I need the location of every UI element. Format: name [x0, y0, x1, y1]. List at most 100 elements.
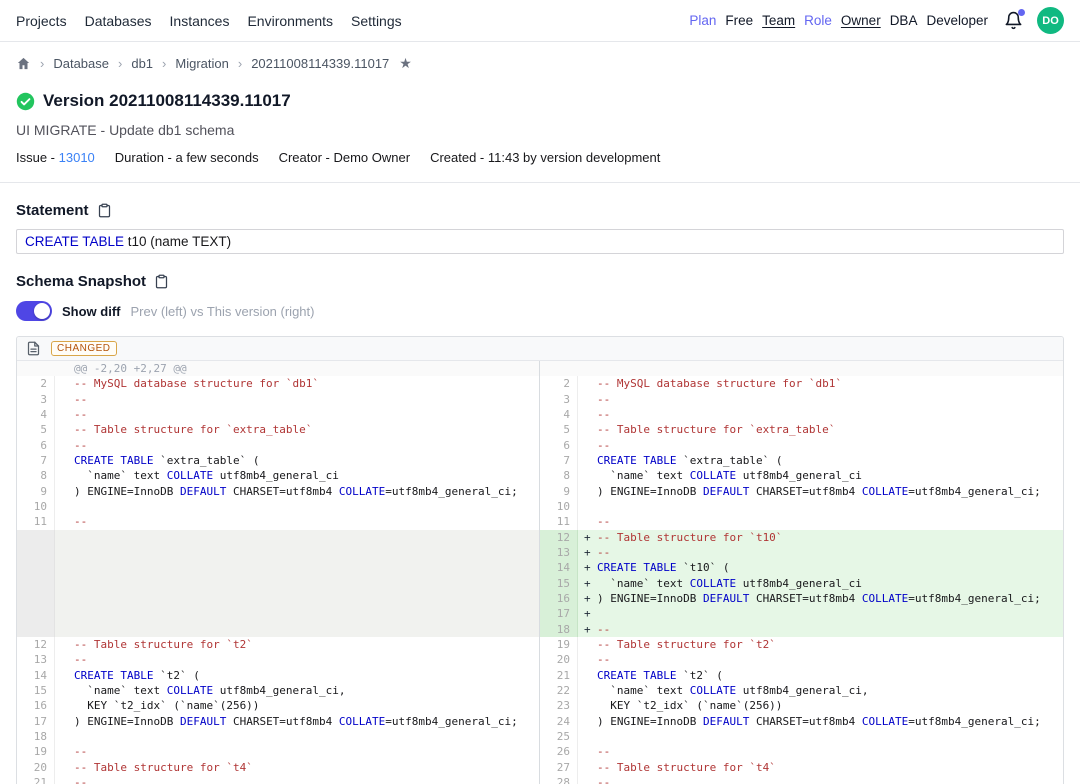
- statement-sql: CREATE TABLE t10 (name TEXT): [16, 229, 1064, 254]
- diff-line-prefix: [55, 422, 74, 437]
- breadcrumb-separator: ›: [118, 56, 122, 71]
- diff-line-code: --: [597, 392, 610, 407]
- diff-line: 5-- Table structure for `extra_table`: [540, 422, 1063, 437]
- diff-line: 14+CREATE TABLE `t10` (: [540, 560, 1063, 575]
- text-segment: CHARSET=utf8mb4: [226, 485, 339, 498]
- breadcrumb-item[interactable]: db1: [131, 56, 153, 71]
- breadcrumb-item[interactable]: Database: [53, 56, 109, 71]
- text-segment: CHARSET=utf8mb4: [226, 715, 339, 728]
- diff-line-code: --: [597, 622, 610, 637]
- nav-item-databases[interactable]: Databases: [85, 13, 152, 29]
- text-segment: --: [597, 515, 610, 528]
- statement-section-heading: Statement: [16, 202, 1064, 219]
- text-segment: Creator - Demo Owner: [279, 150, 410, 165]
- diff-line-prefix: [55, 376, 74, 391]
- text-segment: utf8mb4_general_ci,: [213, 684, 345, 697]
- text-segment: --: [74, 515, 87, 528]
- text-segment: `name` text: [597, 684, 690, 697]
- diff-line-number: 9: [17, 484, 55, 499]
- diff-filler-code: [55, 530, 539, 637]
- text-segment: --: [597, 439, 610, 452]
- diff-line-code: -- Table structure for `t4`: [74, 760, 253, 775]
- diff-line-prefix: [578, 392, 597, 407]
- text-segment: -- MySQL database structure for `db1`: [74, 377, 319, 390]
- diff-line: 20 --: [540, 652, 1063, 667]
- text-segment: --: [597, 776, 610, 784]
- breadcrumb-item[interactable]: 20211008114339.11017: [251, 56, 389, 71]
- diff-line: 6--: [17, 438, 539, 453]
- diff-line-number: 25: [540, 729, 578, 744]
- home-icon[interactable]: [16, 56, 31, 71]
- text-segment: `extra_table` (: [676, 454, 782, 467]
- diff-line-code: CREATE TABLE `extra_table` (: [74, 453, 259, 468]
- diff-line: 25: [540, 729, 1063, 744]
- diff-line-prefix: [55, 392, 74, 407]
- text-segment: `extra_table` (: [153, 454, 259, 467]
- diff-line-number: 13: [17, 652, 55, 667]
- diff-line-number: 4: [17, 407, 55, 422]
- diff-line-number: 11: [540, 514, 578, 529]
- diff-filler-gutter: [17, 530, 55, 637]
- text-segment: --: [597, 393, 610, 406]
- diff-line-prefix: [578, 376, 597, 391]
- diff-line-code: KEY `t2_idx` (`name`(256)): [597, 698, 782, 713]
- avatar[interactable]: DO: [1037, 7, 1064, 34]
- meta-item: Issue - 13010: [16, 150, 95, 165]
- diff-line-prefix: [55, 683, 74, 698]
- diff-line-prefix: +: [578, 530, 597, 545]
- plan-link-team[interactable]: Team: [762, 13, 795, 28]
- diff-line-prefix: [55, 438, 74, 453]
- diff-line: 10: [17, 499, 539, 514]
- diff-line-code: -- MySQL database structure for `db1`: [74, 376, 319, 391]
- diff-line-prefix: [578, 775, 597, 784]
- copy-snapshot-button[interactable]: [154, 274, 169, 289]
- nav-item-environments[interactable]: Environments: [247, 13, 333, 29]
- text-segment: --: [597, 623, 610, 636]
- diff-line-code: --: [74, 775, 87, 784]
- show-diff-toggle[interactable]: [16, 301, 52, 321]
- diff-line-code: `name` text COLLATE utf8mb4_general_ci: [597, 468, 862, 483]
- text-segment: `name` text: [74, 469, 167, 482]
- diff-line-code: --: [597, 652, 610, 667]
- diff-line-number: 15: [540, 576, 578, 591]
- bookmark-star-icon[interactable]: ★: [399, 55, 412, 72]
- text-segment: --: [597, 653, 610, 666]
- diff-filler: [17, 530, 539, 637]
- plan-link-dba: DBA: [890, 13, 918, 28]
- text-segment: --: [74, 745, 87, 758]
- breadcrumb-item[interactable]: Migration: [175, 56, 228, 71]
- diff-line-number: 19: [17, 744, 55, 759]
- diff-line: 16 KEY `t2_idx` (`name`(256)): [17, 698, 539, 713]
- diff-line-number: 20: [540, 652, 578, 667]
- diff-line: 11 --: [540, 514, 1063, 529]
- plan-link-owner[interactable]: Owner: [841, 13, 881, 28]
- copy-statement-button[interactable]: [97, 203, 112, 218]
- nav-item-instances[interactable]: Instances: [170, 13, 230, 29]
- text-segment: --: [74, 439, 87, 452]
- text-segment: COLLATE: [167, 684, 213, 697]
- diff-line-number: 10: [540, 499, 578, 514]
- diff-line-number: 16: [17, 698, 55, 713]
- diff-line: 13--: [17, 652, 539, 667]
- file-icon: [26, 341, 41, 356]
- notification-bell[interactable]: [1004, 11, 1023, 30]
- diff-line: 5-- Table structure for `extra_table`: [17, 422, 539, 437]
- issue-link[interactable]: 13010: [59, 150, 95, 165]
- text-segment: -- Table structure for `t10`: [597, 531, 782, 544]
- diff-line-prefix: +: [578, 576, 597, 591]
- plan-link-plan: Plan: [689, 13, 716, 28]
- nav-item-projects[interactable]: Projects: [16, 13, 67, 29]
- diff-line: 2-- MySQL database structure for `db1`: [17, 376, 539, 391]
- diff-line: 27-- Table structure for `t4`: [540, 760, 1063, 775]
- diff-line-number: 16: [540, 591, 578, 606]
- diff-line: 24) ENGINE=InnoDB DEFAULT CHARSET=utf8mb…: [540, 714, 1063, 729]
- nav-item-settings[interactable]: Settings: [351, 13, 402, 29]
- diff-line: 20-- Table structure for `t4`: [17, 760, 539, 775]
- diff-line-prefix: +: [578, 622, 597, 637]
- text-segment: CREATE TABLE: [597, 561, 676, 574]
- text-segment: DEFAULT: [180, 485, 226, 498]
- diff-line: 8 `name` text COLLATE utf8mb4_general_ci: [540, 468, 1063, 483]
- toggle-hint: Prev (left) vs This version (right): [131, 304, 315, 319]
- diff-line-prefix: [578, 484, 597, 499]
- diff-line: 11--: [17, 514, 539, 529]
